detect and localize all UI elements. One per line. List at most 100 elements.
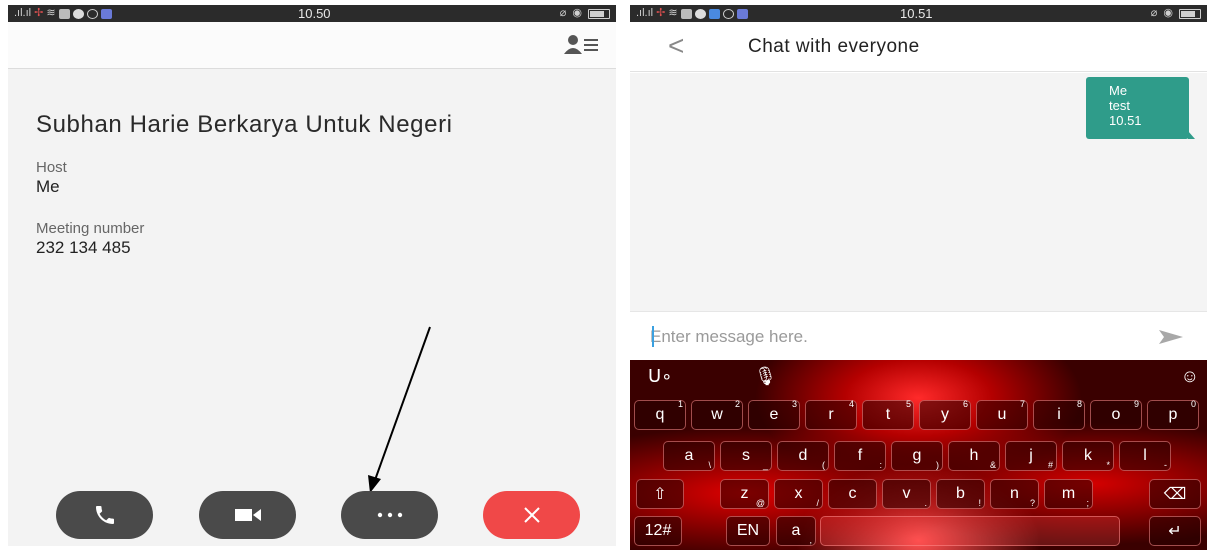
video-button[interactable] — [199, 491, 296, 539]
keyboard-row-3: ⇧ ⌫ z @ x / c v. b! n? m; — [630, 479, 1207, 513]
key-h[interactable]: h & — [948, 441, 1000, 471]
key-a[interactable]: a \ — [663, 441, 715, 471]
shift-key[interactable]: ⇧ — [636, 479, 684, 509]
participants-icon[interactable] — [564, 34, 600, 56]
status-bar: .ıl.ıl ✢ ≋ 10.50 ⌀ ◉ — [8, 5, 616, 22]
back-icon[interactable]: < — [668, 32, 684, 60]
key-number-hint: 8 — [1076, 399, 1082, 409]
key-x[interactable]: x / — [774, 479, 823, 509]
message-icon — [736, 8, 748, 19]
microphone-icon[interactable]: 🎙 — [754, 366, 777, 387]
status-time: 10.50 — [298, 6, 331, 21]
message-input[interactable] — [650, 324, 1120, 350]
key-number-hint: 1 — [677, 399, 683, 409]
keyboard-app-icon[interactable]: ᑌ∘ — [648, 366, 672, 387]
key-symbol-hint: - — [1164, 460, 1167, 470]
gallery-icon — [58, 8, 70, 19]
key-q[interactable]: q1 — [634, 399, 686, 430]
key-label: r — [828, 406, 834, 423]
enter-key[interactable]: ↵ — [1149, 516, 1201, 546]
key-symbol-hint: ! — [978, 498, 981, 508]
emoji-icon[interactable]: ☺ — [1181, 366, 1199, 387]
comma-key[interactable]: a , — [776, 516, 816, 546]
key-d[interactable]: d( — [777, 441, 829, 471]
key-symbol-hint: & — [989, 460, 996, 470]
app-icon — [72, 8, 84, 19]
meeting-header — [8, 22, 616, 69]
wifi-icon: ≋ — [46, 7, 56, 19]
key-c[interactable]: c — [828, 479, 877, 509]
message-bubble[interactable]: Me test 10.51 — [1086, 77, 1195, 139]
key-w[interactable]: w2 — [691, 399, 743, 430]
notification-icon: ✢ — [656, 7, 666, 19]
comma-key-sub: , — [809, 535, 812, 545]
key-label: i — [1057, 406, 1061, 423]
key-y[interactable]: y6 — [919, 399, 971, 430]
key-symbol-hint: . — [924, 498, 927, 508]
key-e[interactable]: e3 — [748, 399, 800, 430]
key-n[interactable]: n? — [990, 479, 1039, 509]
on-screen-keyboard: ᑌ∘ 🎙 ☺ q1w2e3r4t5y6u7i8o9p0 a \ s _ d(f: g) h &… — [630, 360, 1207, 550]
key-symbol-hint: : — [879, 460, 882, 470]
key-p[interactable]: p0 — [1147, 399, 1199, 430]
eye-icon: ◉ — [572, 7, 582, 19]
key-label: f — [857, 447, 863, 464]
key-label: b — [956, 485, 965, 502]
key-label: h — [969, 447, 979, 464]
key-m[interactable]: m; — [1044, 479, 1093, 509]
key-s[interactable]: s _ — [720, 441, 772, 471]
key-g[interactable]: g) — [891, 441, 943, 471]
end-call-icon — [523, 507, 540, 523]
host-label: Host — [36, 159, 67, 176]
audio-call-button[interactable] — [56, 491, 153, 539]
key-t[interactable]: t5 — [862, 399, 914, 430]
video-camera-icon — [234, 509, 261, 521]
key-label: w — [711, 406, 723, 423]
backspace-key[interactable]: ⌫ — [1149, 479, 1201, 509]
key-f[interactable]: f: — [834, 441, 886, 471]
send-icon[interactable] — [1159, 328, 1183, 346]
key-number-hint: 4 — [848, 399, 854, 409]
meeting-number-label: Meeting number — [36, 220, 145, 237]
language-key[interactable]: EN — [726, 516, 770, 546]
key-j[interactable]: j # — [1005, 441, 1057, 471]
key-z[interactable]: z @ — [720, 479, 769, 509]
key-r[interactable]: r4 — [805, 399, 857, 430]
chat-panel: .ıl.ıl ✢ ≋ 10.51 ⌀ ◉ < Chat with everyon… — [630, 5, 1207, 550]
key-number-hint: 3 — [791, 399, 797, 409]
key-v[interactable]: v. — [882, 479, 931, 509]
status-icons-right: ⌀ ◉ — [560, 6, 610, 21]
key-o[interactable]: o9 — [1090, 399, 1142, 430]
key-k[interactable]: k * — [1062, 441, 1114, 471]
key-label: m — [1061, 485, 1076, 502]
key-u[interactable]: u7 — [976, 399, 1028, 430]
key-number-hint: 7 — [1019, 399, 1025, 409]
status-time: 10.51 — [900, 6, 933, 21]
key-symbol-hint: # — [1047, 460, 1053, 470]
enter-icon: ↵ — [1168, 523, 1182, 540]
key-label: p — [1168, 406, 1178, 423]
key-symbol-hint: \ — [708, 460, 711, 470]
key-l[interactable]: l- — [1119, 441, 1171, 471]
end-call-button[interactable] — [483, 491, 580, 539]
chat-title: Chat with everyone — [748, 36, 920, 57]
space-key[interactable] — [820, 516, 1120, 546]
message-sender: Me — [1109, 83, 1128, 98]
key-label: d — [798, 447, 808, 464]
meeting-number-value: 232 134 485 — [36, 238, 131, 257]
meeting-panel: .ıl.ıl ✢ ≋ 10.50 ⌀ ◉ Subhan Harie Berkar… — [8, 5, 616, 546]
keyboard-row-2: a \ s _ d(f: g) h & j # k * l - — [630, 441, 1207, 475]
phone-icon — [95, 506, 114, 524]
key-label: s — [742, 447, 750, 464]
key-label: q — [655, 406, 665, 423]
symbols-key[interactable]: 12# — [634, 516, 682, 546]
more-options-button[interactable] — [341, 491, 438, 539]
key-symbol-hint: _ — [762, 460, 768, 470]
keyboard-toolbar: ᑌ∘ 🎙 ☺ — [630, 360, 1207, 394]
chat-messages[interactable]: Me test 10.51 — [630, 73, 1207, 311]
notification-icon: ✢ — [34, 7, 44, 19]
key-i[interactable]: i8 — [1033, 399, 1085, 430]
key-label: l — [1143, 447, 1147, 464]
mute-icon: ⌀ — [559, 7, 567, 19]
key-b[interactable]: b! — [936, 479, 985, 509]
